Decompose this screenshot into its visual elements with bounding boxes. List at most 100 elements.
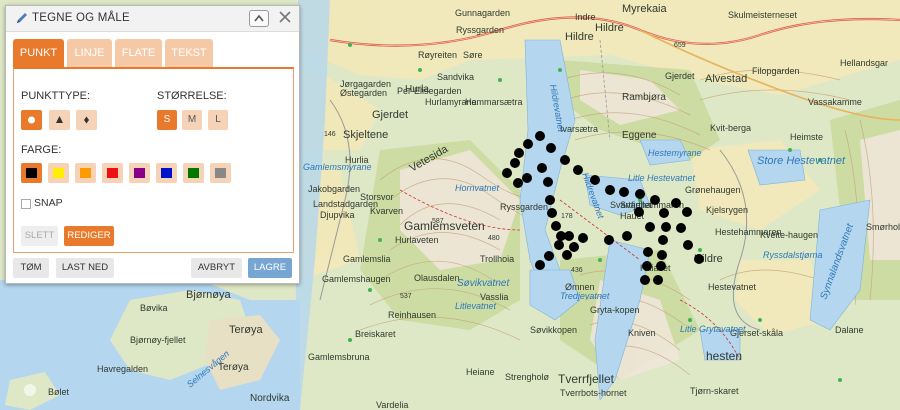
snap-label: SNAP xyxy=(34,197,63,209)
delete-button[interactable]: SLETT xyxy=(21,226,58,246)
drawn-point[interactable] xyxy=(551,221,561,231)
drawn-point[interactable] xyxy=(694,254,704,264)
map-label: Reinhausen xyxy=(388,310,436,320)
drawn-point[interactable] xyxy=(643,247,653,257)
map-label: Vassakamme xyxy=(808,97,862,107)
drawn-point[interactable] xyxy=(545,195,555,205)
drawn-point[interactable] xyxy=(661,222,671,232)
drawn-point[interactable] xyxy=(640,275,650,285)
color-swatch[interactable] xyxy=(183,163,204,183)
drawn-point[interactable] xyxy=(604,235,614,245)
drawn-point[interactable] xyxy=(562,250,572,260)
map-label: Filopgarden xyxy=(752,66,800,76)
drawn-point[interactable] xyxy=(543,177,553,187)
drawn-point[interactable] xyxy=(645,222,655,232)
drawn-point[interactable] xyxy=(573,165,583,175)
edit-button[interactable]: REDIGER xyxy=(64,226,114,246)
map-label: Bjørnøy-fjellet xyxy=(130,335,186,345)
map-label: Tverrfjellet xyxy=(558,372,615,386)
tab-linje[interactable]: LINJE xyxy=(67,39,112,67)
drawn-point[interactable] xyxy=(650,195,660,205)
map-label: Gryta-kopen xyxy=(590,305,640,315)
drawn-point[interactable] xyxy=(569,242,579,252)
drawn-point[interactable] xyxy=(656,261,666,271)
color-swatch[interactable] xyxy=(48,163,69,183)
drawn-point[interactable] xyxy=(560,155,570,165)
draw-and-measure-panel: TEGNE OG MÅLE PUNKT LINJE FLATE TEKST PU… xyxy=(5,5,300,284)
color-swatch-fill xyxy=(107,168,118,178)
drawn-point[interactable] xyxy=(683,240,693,250)
map-label: Terøya xyxy=(218,362,249,373)
elevation-label: 537 xyxy=(400,293,412,300)
drawn-point[interactable] xyxy=(554,240,564,250)
drawn-point[interactable] xyxy=(605,185,615,195)
map-label: Dalane xyxy=(835,325,864,335)
tab-tekst[interactable]: TEKST xyxy=(165,39,213,67)
map-label: Strengholø xyxy=(505,372,550,382)
map-label: Gamlemslia xyxy=(343,254,391,264)
map-label: Bøvika xyxy=(140,303,168,313)
point-type-circle[interactable] xyxy=(21,110,42,130)
chevron-up-icon xyxy=(254,14,264,22)
color-swatch[interactable] xyxy=(210,163,231,183)
tab-flate[interactable]: FLATE xyxy=(115,39,162,67)
clear-button[interactable]: TØM xyxy=(13,258,49,278)
map-label: Skulmeisterneset xyxy=(728,10,798,20)
cancel-button[interactable]: AVBRYT xyxy=(191,258,242,278)
size-s-button[interactable]: S xyxy=(157,110,177,130)
drawn-point[interactable] xyxy=(546,143,556,153)
color-swatch[interactable] xyxy=(21,163,42,183)
drawn-point[interactable] xyxy=(622,231,632,241)
drawn-point[interactable] xyxy=(659,208,669,218)
drawn-point[interactable] xyxy=(547,208,557,218)
download-button[interactable]: LAST NED xyxy=(56,258,114,278)
save-button[interactable]: LAGRE xyxy=(248,258,292,278)
drawn-point[interactable] xyxy=(564,231,574,241)
drawn-point[interactable] xyxy=(671,198,681,208)
size-l-button[interactable]: L xyxy=(208,110,228,130)
drawn-point[interactable] xyxy=(619,187,629,197)
panel-header: TEGNE OG MÅLE xyxy=(6,6,299,32)
drawn-point[interactable] xyxy=(544,251,554,261)
map-label: Myrekaia xyxy=(622,3,668,15)
collapse-button[interactable] xyxy=(249,10,269,27)
map-label: Indre xyxy=(575,12,596,22)
size-m-button[interactable]: M xyxy=(182,110,202,130)
map-label: Tjørn-skaret xyxy=(690,386,739,396)
drawn-point[interactable] xyxy=(535,131,545,141)
drawn-point[interactable] xyxy=(502,168,512,178)
drawn-point[interactable] xyxy=(510,158,520,168)
drawn-point[interactable] xyxy=(522,173,532,183)
diamond-icon xyxy=(84,116,89,124)
drawn-point[interactable] xyxy=(635,189,645,199)
drawn-point[interactable] xyxy=(523,139,533,149)
color-swatch[interactable] xyxy=(129,163,150,183)
water-label: Litle Grytavatnet xyxy=(680,324,746,334)
drawn-point[interactable] xyxy=(578,233,588,243)
map-label: Olausdalen xyxy=(414,273,460,283)
snap-checkbox[interactable] xyxy=(21,199,31,209)
drawn-point[interactable] xyxy=(658,235,668,245)
water-label: Ryssdalstjørna xyxy=(763,250,823,260)
color-swatch[interactable] xyxy=(75,163,96,183)
elevation-label: 436 xyxy=(571,267,583,274)
map-label: Søvikkopen xyxy=(530,325,577,335)
drawn-point[interactable] xyxy=(513,178,523,188)
drawn-point[interactable] xyxy=(657,250,667,260)
close-icon xyxy=(279,11,291,23)
color-swatch[interactable] xyxy=(156,163,177,183)
drawn-point[interactable] xyxy=(590,175,600,185)
drawn-point[interactable] xyxy=(634,207,644,217)
color-swatch[interactable] xyxy=(102,163,123,183)
tab-punkt[interactable]: PUNKT xyxy=(13,39,64,67)
point-type-triangle[interactable] xyxy=(49,110,70,130)
drawn-point[interactable] xyxy=(514,148,524,158)
drawn-point[interactable] xyxy=(535,260,545,270)
close-button[interactable] xyxy=(277,9,293,25)
drawn-point[interactable] xyxy=(537,163,547,173)
drawn-point[interactable] xyxy=(682,207,692,217)
drawn-point[interactable] xyxy=(676,223,686,233)
drawn-point[interactable] xyxy=(642,261,652,271)
drawn-point[interactable] xyxy=(653,275,663,285)
point-type-diamond[interactable] xyxy=(76,110,97,130)
